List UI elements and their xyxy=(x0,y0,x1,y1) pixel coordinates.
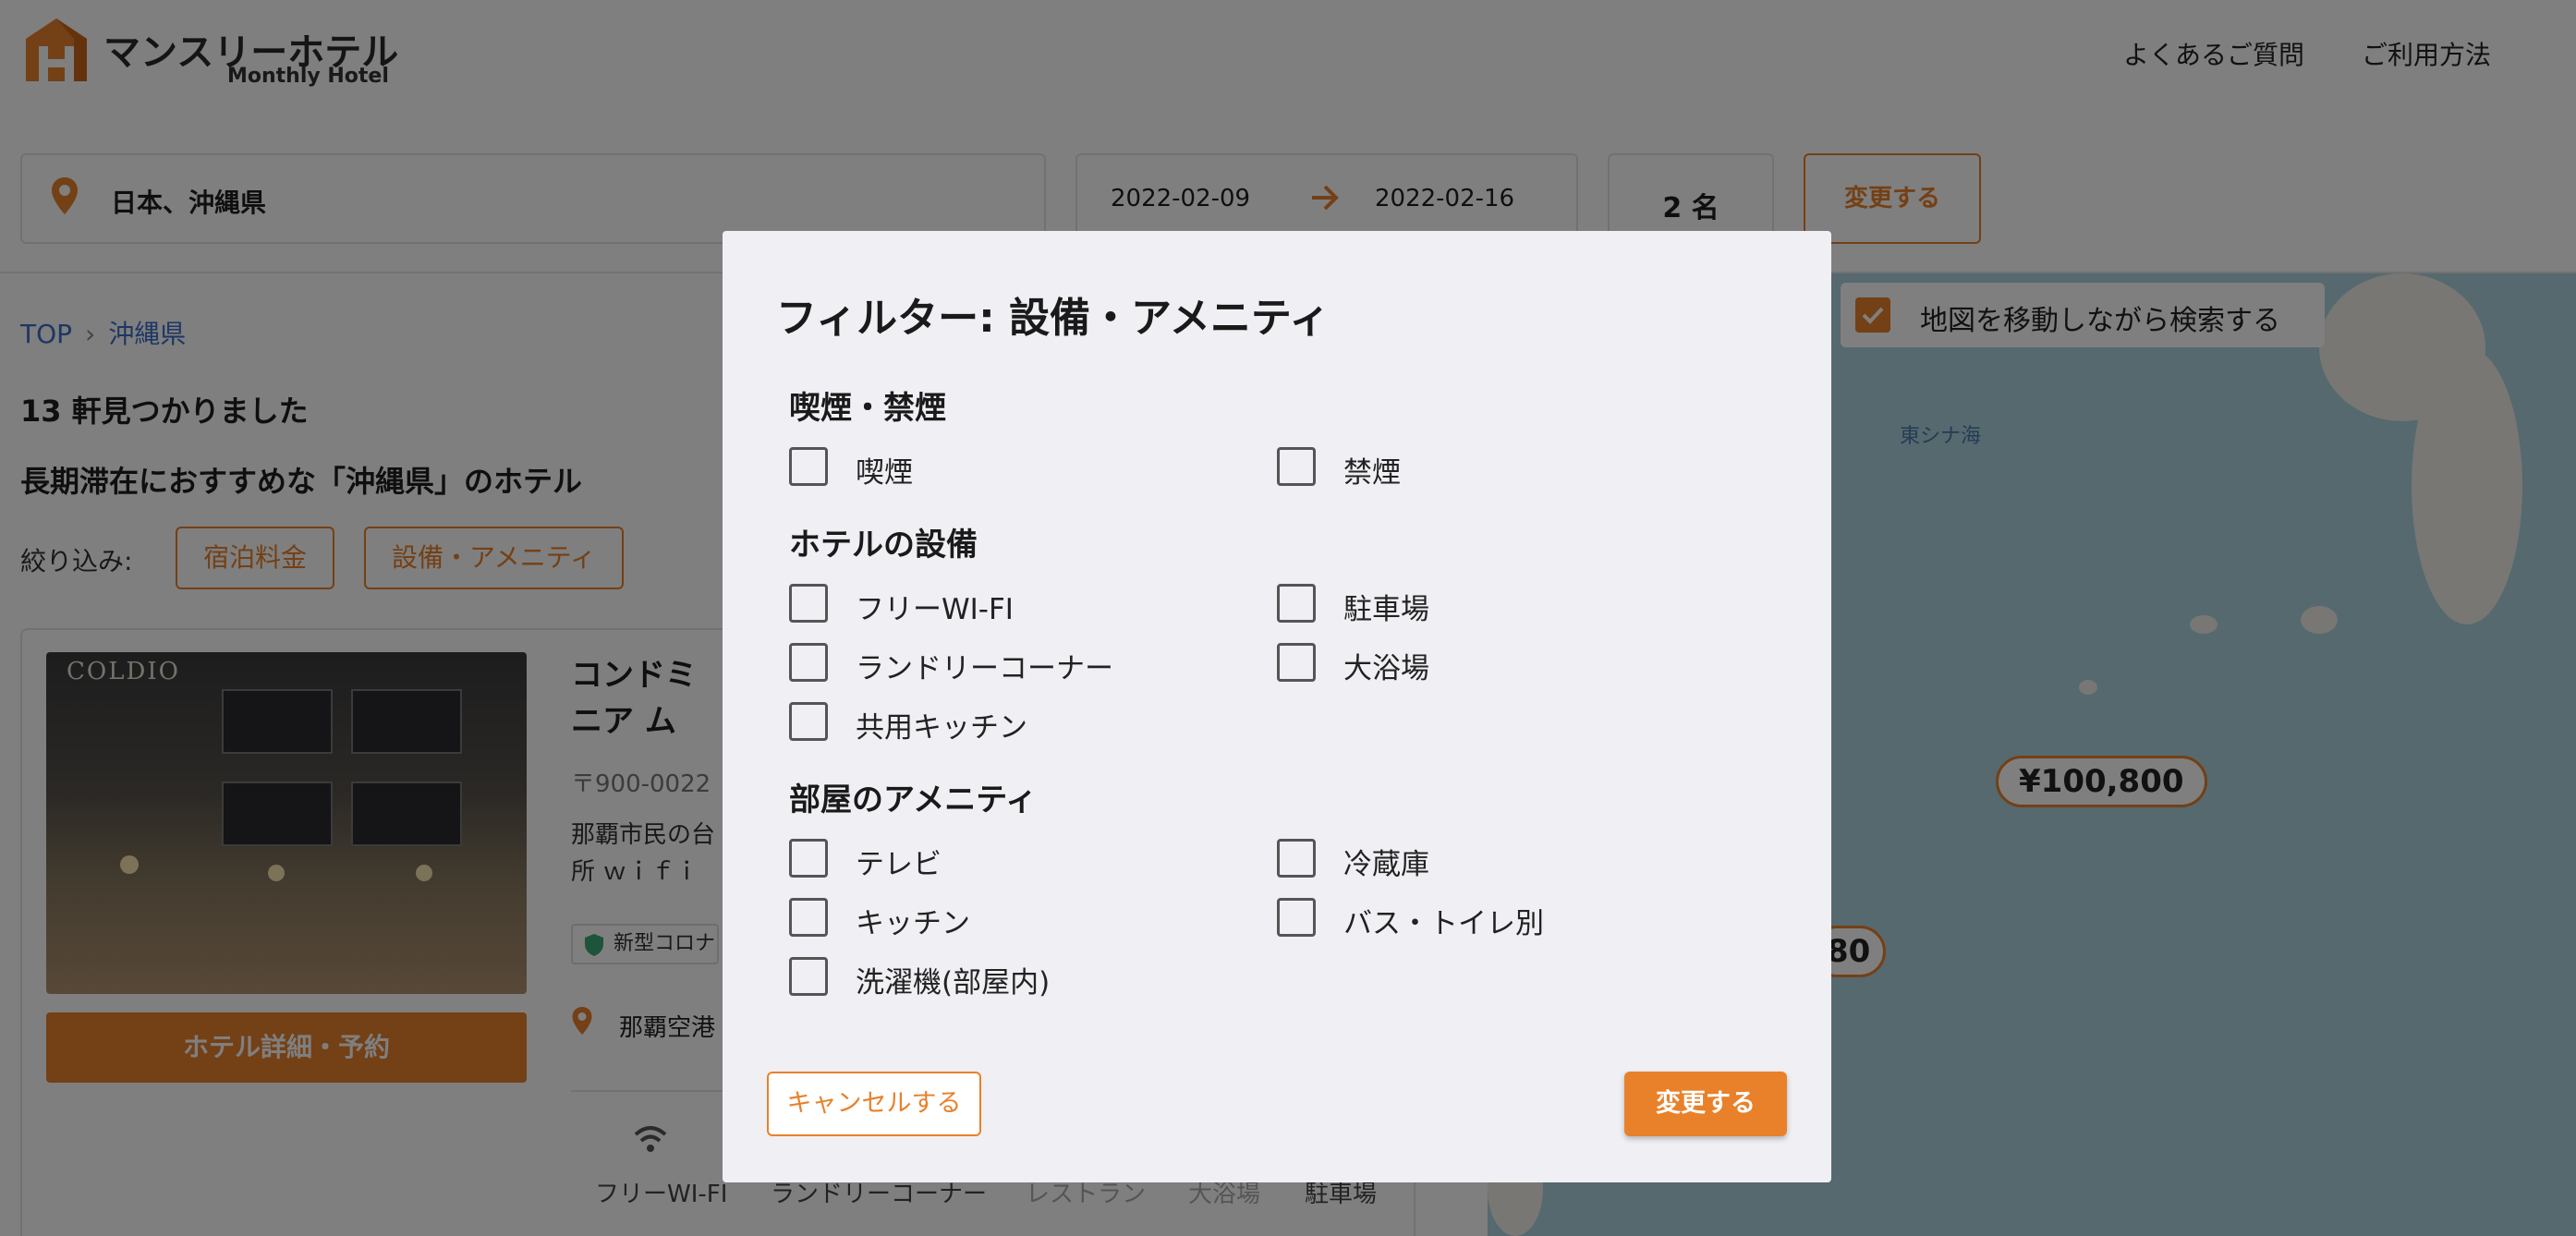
checkbox[interactable] xyxy=(789,643,828,682)
option-label: 大浴場 xyxy=(1343,652,1429,685)
checkbox[interactable] xyxy=(789,898,828,937)
checkbox[interactable] xyxy=(1277,584,1316,623)
checkbox[interactable] xyxy=(789,584,828,623)
checkbox[interactable] xyxy=(789,447,828,486)
section-smoking-title: 喫煙・禁煙 xyxy=(789,390,946,427)
checkbox[interactable] xyxy=(1277,839,1316,878)
option-label: 駐車場 xyxy=(1343,593,1429,626)
checkbox[interactable] xyxy=(789,957,828,996)
option-label: フリーWI-FI xyxy=(856,593,1014,626)
checkbox[interactable] xyxy=(1277,643,1316,682)
cancel-button[interactable]: キャンセルする xyxy=(767,1072,981,1136)
option-label: ランドリーコーナー xyxy=(856,652,1113,685)
checkbox[interactable] xyxy=(789,702,828,741)
option-label: 洗濯機(部屋内) xyxy=(856,966,1051,1000)
option-label: 共用キッチン xyxy=(856,711,1027,745)
option-label: キッチン xyxy=(856,907,970,940)
section-facilities-title: ホテルの設備 xyxy=(789,527,978,563)
option-label: テレビ xyxy=(856,848,942,881)
option-label: バス・トイレ別 xyxy=(1343,907,1544,940)
option-label: 喫煙 xyxy=(856,456,913,490)
filter-modal: フィルター: 設備・アメニティ 喫煙・禁煙 喫煙 禁煙 ホテルの設備 フリーWI… xyxy=(723,231,1831,1182)
checkbox[interactable] xyxy=(789,839,828,878)
section-room-amenities-title: 部屋のアメニティ xyxy=(789,782,1038,818)
checkbox[interactable] xyxy=(1277,898,1316,937)
option-label: 冷蔵庫 xyxy=(1343,848,1429,881)
modal-title: フィルター: 設備・アメニティ xyxy=(776,295,1331,342)
checkbox[interactable] xyxy=(1277,447,1316,486)
apply-button[interactable]: 変更する xyxy=(1624,1072,1787,1136)
page: マンスリーホテル Monthly Hotel よくあるご質問 ご利用方法 日本、… xyxy=(0,0,2576,1236)
option-label: 禁煙 xyxy=(1343,456,1401,490)
